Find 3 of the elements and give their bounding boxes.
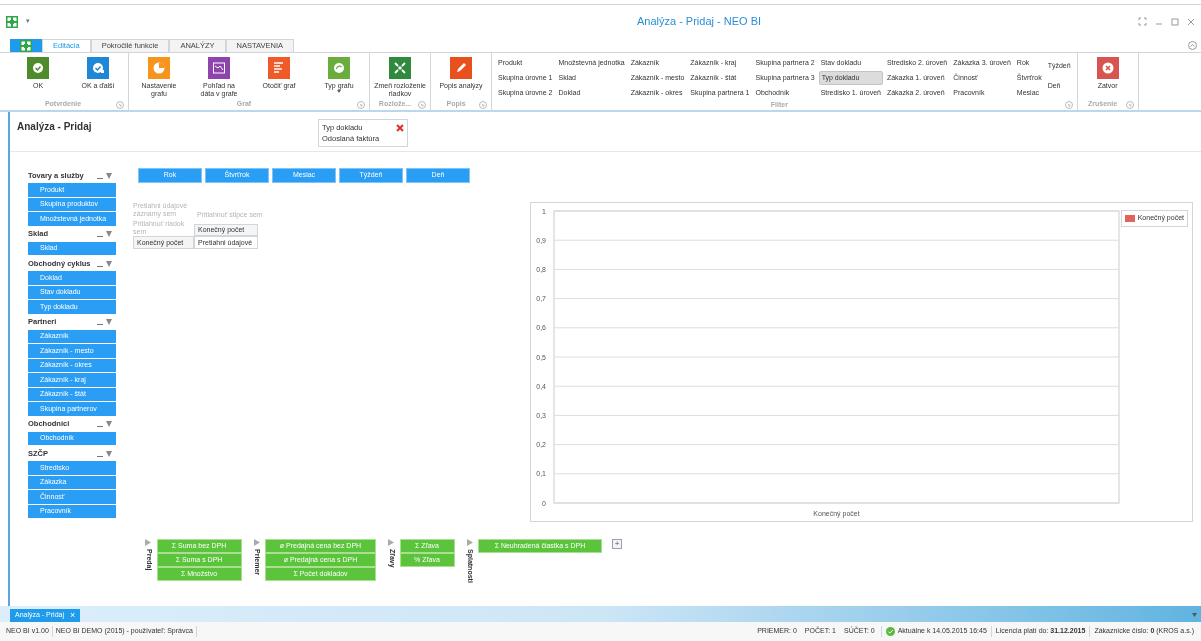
window-title: Analýza - Pridaj - NEO BI — [636, 14, 762, 30]
add-button[interactable]: + — [612, 539, 622, 549]
analysis-title: Analýza - Pridaj — [17, 120, 93, 134]
